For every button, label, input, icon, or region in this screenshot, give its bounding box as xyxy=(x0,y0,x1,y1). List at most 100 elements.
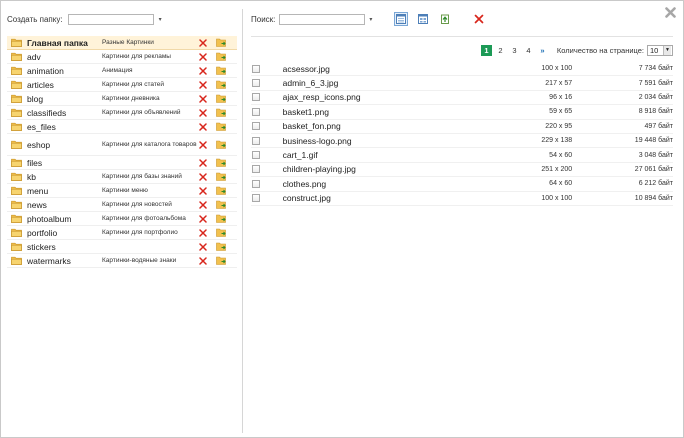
create-folder-input[interactable] xyxy=(67,13,154,25)
select-folder-icon[interactable] xyxy=(216,242,228,251)
folder-name[interactable]: photoalbum xyxy=(27,214,102,224)
delete-icon[interactable] xyxy=(199,140,216,149)
folder-name[interactable]: es_files xyxy=(27,122,102,132)
folder-row[interactable]: es_files xyxy=(7,120,237,134)
folder-row[interactable]: blog Картинки дневника xyxy=(7,92,237,106)
folder-name[interactable]: adv xyxy=(27,52,102,62)
select-folder-icon[interactable] xyxy=(216,158,228,167)
file-name[interactable]: ajax_resp_icons.png xyxy=(283,92,442,102)
folder-row[interactable]: adv Картинки для рекламы xyxy=(7,50,237,64)
delete-icon[interactable] xyxy=(199,228,216,237)
folder-name[interactable]: articles xyxy=(27,80,102,90)
file-row[interactable]: construct.jpg 100 x 100 10 894 байт xyxy=(251,192,673,206)
delete-icon[interactable] xyxy=(199,38,216,47)
file-name[interactable]: acsessor.jpg xyxy=(283,64,442,74)
file-row[interactable]: acsessor.jpg 100 x 100 7 734 байт xyxy=(251,62,673,77)
file-checkbox[interactable] xyxy=(252,122,260,131)
select-folder-icon[interactable] xyxy=(216,140,228,149)
page-link[interactable]: 3 xyxy=(509,45,520,56)
select-folder-icon[interactable] xyxy=(216,122,228,131)
file-name[interactable]: clothes.png xyxy=(283,179,442,189)
folder-row[interactable]: watermarks Картинки-водяные знаки xyxy=(7,254,237,268)
file-name[interactable]: basket1.png xyxy=(283,107,442,117)
select-folder-icon[interactable] xyxy=(216,172,228,181)
file-checkbox[interactable] xyxy=(252,64,260,73)
page-link[interactable]: 1 xyxy=(480,44,492,56)
file-name[interactable]: admin_6_3.jpg xyxy=(283,78,442,88)
delete-icon[interactable] xyxy=(199,214,216,223)
file-name[interactable]: business-logo.png xyxy=(283,136,442,146)
folder-name[interactable]: portfolio xyxy=(27,228,102,238)
folder-row[interactable]: classifieds Картинки для объявлений xyxy=(7,106,237,120)
folder-name[interactable]: eshop xyxy=(27,140,102,150)
folder-name[interactable]: kb xyxy=(27,172,102,182)
search-input[interactable] xyxy=(279,13,366,25)
folder-row[interactable]: eshop Картинки для каталога товаров xyxy=(7,134,237,156)
delete-selected-icon[interactable] xyxy=(472,12,486,26)
folder-name[interactable]: news xyxy=(27,200,102,210)
select-folder-icon[interactable] xyxy=(216,214,228,223)
create-folder-submit-icon[interactable]: ▾ xyxy=(159,16,162,23)
delete-icon[interactable] xyxy=(199,256,216,265)
folder-row[interactable]: photoalbum Картинки для фотоальбома xyxy=(7,212,237,226)
file-row[interactable]: ajax_resp_icons.png 96 x 16 2 034 байт xyxy=(251,91,673,106)
file-checkbox[interactable] xyxy=(252,107,260,116)
delete-icon[interactable] xyxy=(199,66,216,75)
file-name[interactable]: construct.jpg xyxy=(283,193,442,203)
delete-icon[interactable] xyxy=(199,122,216,131)
page-link[interactable]: 2 xyxy=(495,45,506,56)
thumbnail-view-icon[interactable] xyxy=(416,12,430,26)
folder-name[interactable]: blog xyxy=(27,94,102,104)
select-folder-icon[interactable] xyxy=(216,186,228,195)
file-row[interactable]: clothes.png 64 x 60 6 212 байт xyxy=(251,177,673,192)
file-row[interactable]: cart_1.gif 54 x 60 3 048 байт xyxy=(251,148,673,163)
select-folder-icon[interactable] xyxy=(216,80,228,89)
folder-row[interactable]: articles Картинки для статей xyxy=(7,78,237,92)
file-row[interactable]: admin_6_3.jpg 217 x 57 7 591 байт xyxy=(251,76,673,91)
select-folder-icon[interactable] xyxy=(216,94,228,103)
file-checkbox[interactable] xyxy=(252,194,260,203)
per-page-select[interactable]: 10 ▼ xyxy=(647,44,673,56)
file-row[interactable]: children-playing.jpg 251 x 200 27 061 байт xyxy=(251,163,673,178)
file-name[interactable]: cart_1.gif xyxy=(283,150,442,160)
file-name[interactable]: children-playing.jpg xyxy=(283,164,442,174)
folder-name[interactable]: stickers xyxy=(27,242,102,252)
folder-row[interactable]: files xyxy=(7,156,237,170)
folder-name[interactable]: Главная папка xyxy=(27,38,102,48)
select-folder-icon[interactable] xyxy=(216,66,228,75)
file-row[interactable]: basket1.png 59 x 65 8 918 байт xyxy=(251,105,673,120)
folder-row[interactable]: news Картинки для новостей xyxy=(7,198,237,212)
file-checkbox[interactable] xyxy=(252,136,260,145)
select-folder-icon[interactable] xyxy=(216,256,228,265)
delete-icon[interactable] xyxy=(199,108,216,117)
upload-icon[interactable] xyxy=(438,12,452,26)
select-folder-icon[interactable] xyxy=(216,200,228,209)
delete-icon[interactable] xyxy=(199,242,216,251)
file-row[interactable]: basket_fon.png 220 x 95 497 байт xyxy=(251,120,673,134)
folder-row[interactable]: portfolio Картинки для портфолио xyxy=(7,226,237,240)
folder-name[interactable]: files xyxy=(27,158,102,168)
search-submit-icon[interactable]: ▾ xyxy=(369,16,372,23)
file-name[interactable]: basket_fon.png xyxy=(283,121,442,131)
folder-row[interactable]: stickers xyxy=(7,240,237,254)
file-row[interactable]: business-logo.png 229 x 138 19 448 байт xyxy=(251,134,673,149)
delete-icon[interactable] xyxy=(199,200,216,209)
folder-row[interactable]: Главная папка Разные Картинки xyxy=(7,36,237,50)
page-link[interactable]: 4 xyxy=(523,45,534,56)
folder-row[interactable]: animation Анимация xyxy=(7,64,237,78)
file-checkbox[interactable] xyxy=(252,165,260,174)
delete-icon[interactable] xyxy=(199,52,216,61)
delete-icon[interactable] xyxy=(199,172,216,181)
select-folder-icon[interactable] xyxy=(216,52,228,61)
select-folder-icon[interactable] xyxy=(216,228,228,237)
file-checkbox[interactable] xyxy=(252,179,260,188)
list-view-icon[interactable] xyxy=(394,12,409,26)
folder-name[interactable]: animation xyxy=(27,66,102,76)
folder-name[interactable]: classifieds xyxy=(27,108,102,118)
select-folder-icon[interactable] xyxy=(216,38,228,47)
delete-icon[interactable] xyxy=(199,80,216,89)
folder-row[interactable]: kb Картинки для базы знаний xyxy=(7,170,237,184)
file-checkbox[interactable] xyxy=(252,151,260,160)
delete-icon[interactable] xyxy=(199,158,216,167)
next-page-link[interactable]: » xyxy=(537,45,548,56)
